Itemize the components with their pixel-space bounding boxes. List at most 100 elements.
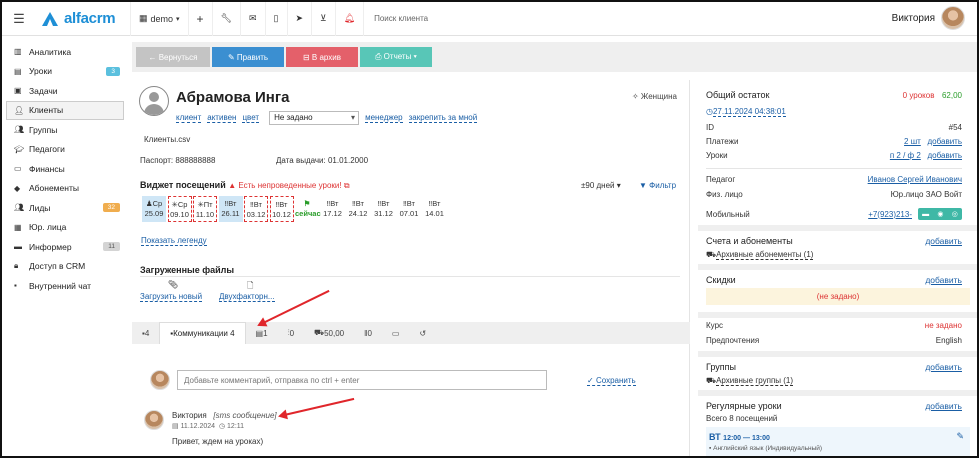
viber-icon[interactable]: ◎ xyxy=(952,210,958,218)
lessons-link[interactable]: п 2 / ф 2 xyxy=(890,151,921,160)
cart-icon[interactable]: ⊻ xyxy=(311,2,335,36)
attendance-day[interactable]: ‼Вт 17.12 xyxy=(321,196,345,222)
sidebar-item-clients[interactable]: 👤︎ Клиенты xyxy=(6,100,124,120)
attendance-day[interactable]: ‼Вт 26.11 xyxy=(218,196,243,222)
search-input[interactable]: Поиск клиента xyxy=(363,2,436,36)
reports-button[interactable]: ⎙ Отчеты ▾ xyxy=(360,47,432,67)
add-payment-link[interactable]: добавить xyxy=(927,137,962,146)
building-icon: ▦ xyxy=(139,13,148,23)
add-regular-link[interactable]: добавить xyxy=(925,401,962,411)
phone-icon[interactable]: ▯ xyxy=(264,2,287,36)
edit-icon[interactable]: ✎ xyxy=(956,431,964,442)
filter-button[interactable]: ▼ Фильтр xyxy=(639,181,676,190)
preferences-value: English xyxy=(935,336,962,345)
chat-icon: ▪ xyxy=(14,281,17,291)
wrench-icon[interactable]: 🔧︎ xyxy=(211,2,240,36)
telegram-icon[interactable]: ➤ xyxy=(286,2,312,36)
sidebar-item-subscriptions[interactable]: ◆ Абонементы xyxy=(2,179,128,199)
archive-groups[interactable]: ⛟ Архивные группы (1) xyxy=(706,376,962,386)
sms-icon[interactable]: ▬ xyxy=(922,211,929,218)
assign-link[interactable]: закрепить за мной xyxy=(408,113,478,123)
add-subscription-link[interactable]: добавить xyxy=(925,236,962,246)
mobile-link[interactable]: +7(923)213- xyxy=(868,210,912,219)
sidebar-item-access[interactable]: 🔒︎ Доступ в CRM xyxy=(2,257,128,277)
tag-active[interactable]: активен xyxy=(207,113,237,123)
tab-money[interactable]: ▭ xyxy=(382,322,410,344)
logo[interactable]: alfacrm xyxy=(40,10,130,27)
attendance-day[interactable]: ‼Вт 31.12 xyxy=(372,196,396,222)
attendance-day[interactable]: ‼Вт 24.12 xyxy=(346,196,370,222)
warning[interactable]: ▲ Есть непроведенные уроки! ⧉ xyxy=(228,181,349,190)
attendance-day[interactable]: ‼Вт 07.01 xyxy=(397,196,421,222)
balance-header: Общий остаток 0 уроков 62,00 xyxy=(706,90,962,100)
sidebar-item-informer[interactable]: ▬ Информер 11 xyxy=(2,237,128,257)
tag-color[interactable]: цвет xyxy=(242,113,260,123)
tab-label: 1 xyxy=(263,328,268,338)
payments-link[interactable]: 2 шт xyxy=(904,137,921,146)
user-menu[interactable]: Виктория xyxy=(892,6,965,30)
attendance-day-now[interactable]: ⚑ сейчас xyxy=(295,196,321,222)
section-divider xyxy=(698,225,977,231)
right-panel: Общий остаток 0 уроков 62,00 ◷ 27.11.202… xyxy=(698,80,977,456)
section-divider xyxy=(698,312,977,318)
attendance-day[interactable]: ‼Вт 03.12 xyxy=(244,196,268,222)
mail-icon[interactable]: ✉︎ xyxy=(240,2,265,36)
manager-link[interactable]: менеджер xyxy=(365,113,403,123)
whatsapp-icon[interactable]: ◉ xyxy=(937,210,943,218)
tab-stats[interactable]: ⫶ 0 xyxy=(278,322,304,344)
attendance-day[interactable]: ♟Ср 25.09 xyxy=(142,196,166,222)
add-lesson-link[interactable]: добавить xyxy=(927,151,962,160)
tag-client[interactable]: клиент xyxy=(176,113,202,123)
bell-icon[interactable]: 🔔︎ xyxy=(334,2,363,36)
balance-title: Общий остаток xyxy=(706,90,770,100)
file-link[interactable]: Двухфакторн... xyxy=(219,292,275,302)
tab-history[interactable]: ↺ xyxy=(409,322,436,344)
tab-bonus[interactable]: ⛟ 50,00 xyxy=(304,322,354,344)
regular-lesson[interactable]: ВТ 12:00 — 13:00 ✎ ▪ Английский язык (Ин… xyxy=(706,427,970,456)
comment-input[interactable]: Добавьте комментарий, отправка по ctrl +… xyxy=(177,370,547,390)
informer-badge: 11 xyxy=(103,242,120,252)
sidebar-item-teachers[interactable]: 🎓︎ Педагоги xyxy=(2,140,128,160)
branch-selector[interactable]: ▦ demo ▾ xyxy=(130,2,188,36)
sidebar-item-lessons[interactable]: ▤ Уроки 3 xyxy=(2,62,128,82)
attendance-day[interactable]: ‼Вт 14.01 xyxy=(423,196,447,222)
files-title: Загруженные файлы xyxy=(140,265,235,275)
mobile-label: Мобильный xyxy=(706,209,750,219)
tab-communications[interactable]: ▪ Коммуникации 4 xyxy=(159,322,246,344)
tab-pauses[interactable]: ‖ 0 xyxy=(354,322,382,344)
sidebar-item-analytics[interactable]: ▥ Аналитика xyxy=(2,42,128,62)
sidebar-item-label: Задачи xyxy=(29,85,58,96)
messenger-buttons[interactable]: ▬ ◉ ◎ xyxy=(918,208,962,220)
edit-button[interactable]: ✎ Править xyxy=(212,47,284,67)
attendance-day[interactable]: ✳Пт 11.10 xyxy=(193,196,217,222)
add-discount-link[interactable]: добавить xyxy=(925,275,962,285)
sidebar-item-label: Уроки xyxy=(29,66,52,77)
menu-icon[interactable]: ☰ xyxy=(6,11,32,27)
sidebar-item-chat[interactable]: ▪ Внутренний чат xyxy=(2,276,128,296)
sidebar-item-leads[interactable]: 👥︎ Лиды 32 xyxy=(2,198,128,218)
sidebar-item-label: Внутренний чат xyxy=(29,280,92,291)
legend-link[interactable]: Показать легенду xyxy=(141,236,207,246)
add-icon[interactable]: + xyxy=(187,2,212,36)
course-label: Курс xyxy=(706,321,724,330)
day-weekday: Вт xyxy=(406,199,415,208)
archive-button[interactable]: ⊟ В архив xyxy=(286,47,358,67)
sidebar-item-groups[interactable]: 👥︎ Группы xyxy=(2,120,128,140)
regular-subtitle: Всего 8 посещений xyxy=(706,414,778,423)
archive-subscriptions[interactable]: ⛟ Архивные абонементы (1) xyxy=(706,250,962,260)
status-select[interactable]: Не задано xyxy=(269,111,360,125)
teacher-link[interactable]: Иванов Сергей Иванович xyxy=(868,175,962,184)
attendance-day[interactable]: ✳Ср 09.10 xyxy=(167,196,192,222)
sidebar-item-legal[interactable]: ▦ Юр. лица xyxy=(2,218,128,238)
regular-day-time: ВТ 12:00 — 13:00 xyxy=(709,432,770,442)
sidebar-item-tasks[interactable]: ▣ Задачи xyxy=(2,81,128,101)
balance-date[interactable]: ◷ 27.11.2024 04:38:01 xyxy=(706,107,962,117)
attendance-day[interactable]: ‼Вт 10.12 xyxy=(269,196,294,222)
tab-comments[interactable]: ▪ 4 xyxy=(132,322,159,344)
upload-link[interactable]: Загрузить новый xyxy=(140,292,203,302)
back-button[interactable]: ← Вернуться xyxy=(136,47,210,67)
add-group-link[interactable]: добавить xyxy=(925,362,962,372)
sidebar-item-finance[interactable]: ▭ Финансы xyxy=(2,159,128,179)
save-comment-button[interactable]: ✓ Сохранить xyxy=(587,376,636,386)
period-selector[interactable]: ±90 дней ▾ xyxy=(581,181,621,190)
